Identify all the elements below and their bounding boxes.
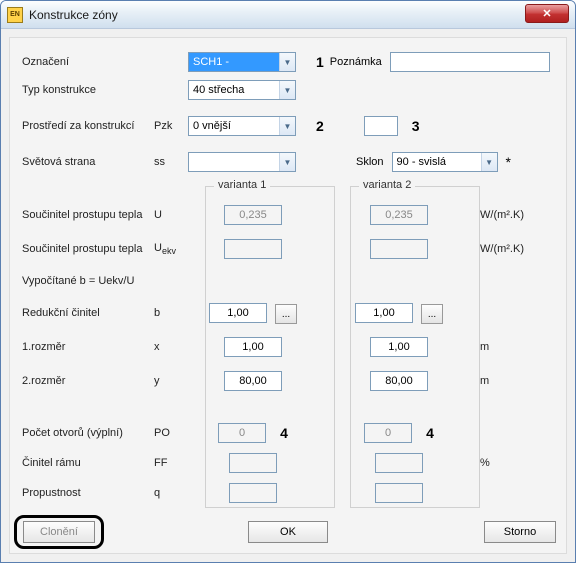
annot-1: 1: [316, 54, 324, 70]
combo-sklon-value: 90 - svislá: [397, 156, 447, 168]
label-oznaceni: Označení: [22, 56, 154, 68]
label-u: Součinitel prostupu tepla: [22, 209, 154, 221]
input-v1-u: [224, 205, 282, 225]
unit-m-2: m: [480, 375, 489, 387]
window-title: Konstrukce zóny: [29, 8, 118, 22]
unit-wm2k-2: W/(m².K): [480, 243, 524, 255]
sym-ff: FF: [154, 457, 188, 469]
input-v1-po: [218, 423, 266, 443]
chevron-down-icon: ▼: [279, 153, 295, 171]
annot-star: *: [506, 154, 511, 170]
storno-button[interactable]: Storno: [484, 521, 556, 543]
app-icon: EN: [7, 7, 23, 23]
label-uekv: Součinitel prostupu tepla: [22, 243, 154, 255]
close-button[interactable]: ✕: [525, 4, 569, 23]
input-v2-ff: [375, 453, 423, 473]
label-propust: Propustnost: [22, 487, 154, 499]
label-prostredi: Prostředí za konstrukcí: [22, 120, 154, 132]
titlebar: EN Konstrukce zóny ✕: [1, 1, 575, 29]
annot-2: 2: [316, 118, 324, 134]
label-vypoc: Vypočítané b = Uekv/U: [22, 275, 222, 287]
sym-pzk: Pzk: [154, 120, 188, 132]
sym-ss: ss: [154, 156, 188, 168]
unit-pct: %: [480, 457, 490, 469]
combo-oznaceni-value: SCH1 -: [193, 56, 229, 68]
combo-typkon[interactable]: 40 střecha ▼: [188, 80, 296, 100]
input-v2-y[interactable]: [370, 371, 428, 391]
combo-oznaceni[interactable]: SCH1 - ▼: [188, 52, 296, 72]
ok-button[interactable]: OK: [248, 521, 328, 543]
chevron-down-icon: ▼: [279, 81, 295, 99]
chevron-down-icon: ▼: [279, 117, 295, 135]
input-v1-uekv: [224, 239, 282, 259]
chevron-down-icon: ▼: [279, 53, 295, 71]
combo-sklon[interactable]: 90 - svislá ▼: [392, 152, 498, 172]
unit-wm2k-1: W/(m².K): [480, 209, 524, 221]
chevron-down-icon: ▼: [481, 153, 497, 171]
label-svetova: Světová strana: [22, 156, 154, 168]
input-v2-q: [375, 483, 423, 503]
browse-v1-b[interactable]: ...: [275, 304, 297, 324]
input-v2-u: [370, 205, 428, 225]
close-icon: ✕: [542, 7, 551, 20]
cloneni-button[interactable]: Clonění: [23, 521, 95, 543]
combo-prostredi[interactable]: 0 vnější ▼: [188, 116, 296, 136]
group-label-v2: varianta 2: [359, 179, 415, 191]
group-label-v1: varianta 1: [214, 179, 270, 191]
annot-4a: 4: [280, 425, 288, 441]
annot-3: 3: [412, 118, 420, 134]
annot-4b: 4: [426, 425, 434, 441]
input-v2-uekv: [370, 239, 428, 259]
label-redukcni: Redukční činitel: [22, 307, 154, 319]
label-typkon: Typ konstrukce: [22, 84, 154, 96]
label-pocet: Počet otvorů (výplní): [22, 427, 154, 439]
input-v1-ff: [229, 453, 277, 473]
browse-v2-b[interactable]: ...: [421, 304, 443, 324]
input-v1-y[interactable]: [224, 371, 282, 391]
cloneni-highlight: Clonění: [14, 515, 104, 549]
sym-u: U: [154, 209, 188, 221]
unit-m-1: m: [480, 341, 489, 353]
combo-svetova[interactable]: ▼: [188, 152, 296, 172]
input-poznamka[interactable]: [390, 52, 550, 72]
input-v1-b[interactable]: [209, 303, 267, 323]
label-rozm1: 1.rozměr: [22, 341, 154, 353]
input-v2-po: [364, 423, 412, 443]
sym-q: q: [154, 487, 188, 499]
label-poznamka: Poznámka: [330, 56, 382, 68]
input-v1-x[interactable]: [224, 337, 282, 357]
input-v2-b[interactable]: [355, 303, 413, 323]
input-v2-x[interactable]: [370, 337, 428, 357]
combo-prostredi-value: 0 vnější: [193, 120, 231, 132]
sym-y: y: [154, 375, 188, 387]
sym-x: x: [154, 341, 188, 353]
label-sklon: Sklon: [356, 156, 384, 168]
dialog-content: Označení SCH1 - ▼ 1 Poznámka Typ konstru…: [9, 37, 567, 554]
sym-uekv: Uekv: [154, 242, 188, 256]
sym-po: PO: [154, 427, 188, 439]
small-input-3[interactable]: [364, 116, 398, 136]
input-v1-q: [229, 483, 277, 503]
sym-b: b: [154, 307, 188, 319]
label-cinitel: Činitel rámu: [22, 457, 154, 469]
combo-typkon-value: 40 střecha: [193, 84, 244, 96]
label-rozm2: 2.rozměr: [22, 375, 154, 387]
